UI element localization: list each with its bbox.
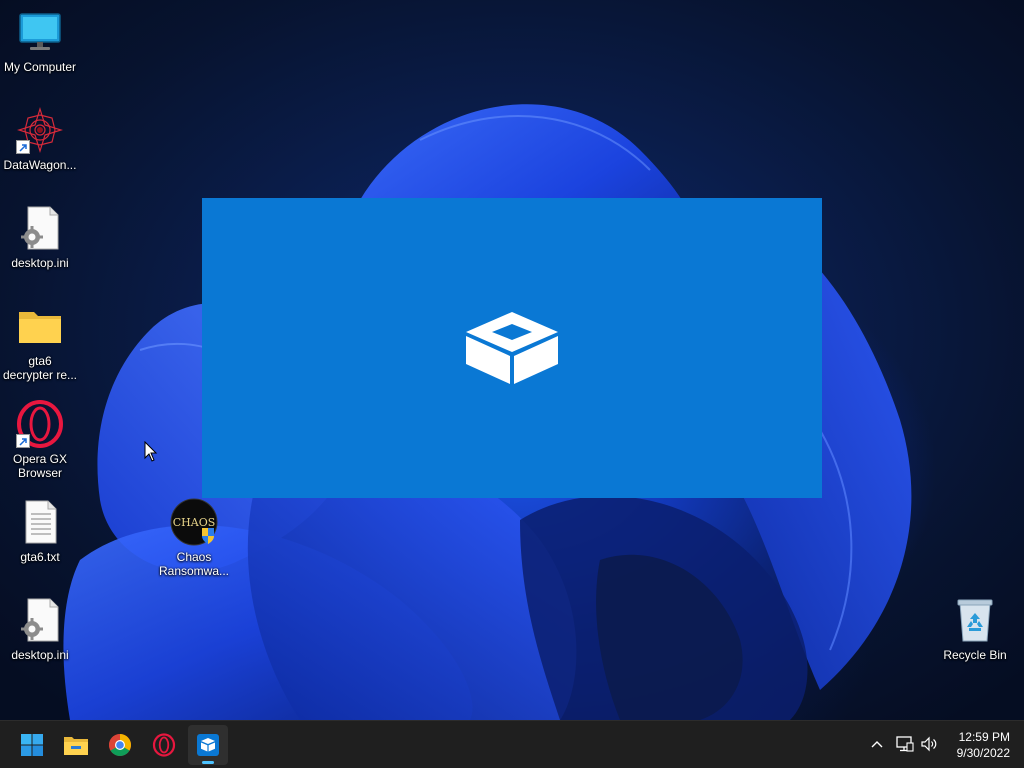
icon-label: Recycle Bin — [943, 648, 1007, 662]
tray-network-button[interactable] — [894, 733, 916, 755]
desktop-icon-chaos-ransomware[interactable]: CHAOS Chaos Ransomwa... — [154, 498, 234, 578]
clock-date: 9/30/2022 — [956, 746, 1010, 760]
icon-label: desktop.ini — [11, 256, 69, 270]
taskbar-clock[interactable]: 12:59 PM 9/30/2022 — [957, 729, 1010, 761]
desktop-icon-recycle-bin[interactable]: Recycle Bin — [935, 596, 1015, 662]
taskbar-opera-gx[interactable] — [144, 725, 184, 765]
windows-sandbox-icon — [197, 734, 219, 756]
icon-label: desktop.ini — [11, 648, 69, 662]
desktop-icon-desktop-ini[interactable]: desktop.ini — [0, 204, 80, 270]
clock-time: 12:59 PM — [958, 730, 1010, 744]
settings-file-icon — [16, 596, 64, 644]
desktop-icon-my-computer[interactable]: My Computer — [0, 8, 80, 74]
taskbar: 12:59 PM 9/30/2022 — [0, 720, 1024, 768]
icon-label: gta6 decrypter re... — [2, 354, 78, 382]
chrome-icon — [109, 734, 131, 756]
taskbar-start-button[interactable] — [12, 725, 52, 765]
chevron-up-icon — [871, 741, 883, 748]
file-explorer-icon — [64, 737, 88, 755]
icon-label: My Computer — [3, 60, 77, 74]
desktop-icon-opera-gx[interactable]: Opera GX Browser — [0, 400, 80, 480]
desktop-icon-desktop-ini-2[interactable]: desktop.ini — [0, 596, 80, 662]
opera-gx-icon — [16, 400, 64, 448]
recycle-bin-icon — [951, 596, 999, 644]
icon-label: Opera GX Browser — [12, 452, 68, 480]
sandbox-box-icon — [466, 312, 558, 384]
tray-volume-button[interactable] — [918, 733, 940, 755]
opera-gx-icon — [152, 733, 176, 757]
volume-icon — [921, 736, 937, 752]
folder-icon — [16, 302, 64, 350]
monitor-icon — [16, 8, 64, 56]
desktop-icon-gta6-folder[interactable]: gta6 decrypter re... — [0, 302, 80, 382]
taskbar-file-explorer[interactable] — [56, 725, 96, 765]
datawagon-icon — [16, 106, 64, 154]
desktop-icon-datawagon[interactable]: DataWagon... — [0, 106, 80, 172]
network-icon — [896, 736, 914, 752]
shortcut-arrow-icon — [16, 140, 30, 154]
settings-file-icon — [16, 204, 64, 252]
icon-label: DataWagon... — [3, 158, 77, 172]
shortcut-arrow-icon — [16, 434, 30, 448]
icon-label: Chaos Ransomwa... — [158, 550, 230, 578]
windows-start-icon — [21, 734, 43, 756]
text-file-icon — [16, 498, 64, 546]
tray-overflow-button[interactable] — [866, 733, 888, 755]
taskbar-chrome[interactable] — [100, 725, 140, 765]
icon-label: gta6.txt — [20, 550, 60, 564]
chaos-badge-text: CHAOS — [173, 516, 216, 529]
desktop[interactable]: My Computer DataWagon... desktop.ini gta… — [0, 0, 1024, 720]
mouse-cursor-icon — [144, 441, 158, 462]
chaos-app-icon: CHAOS — [170, 498, 218, 546]
desktop-icon-gta6-txt[interactable]: gta6.txt — [0, 498, 80, 564]
windows-sandbox-splash — [202, 198, 822, 498]
taskbar-windows-sandbox[interactable] — [188, 725, 228, 765]
